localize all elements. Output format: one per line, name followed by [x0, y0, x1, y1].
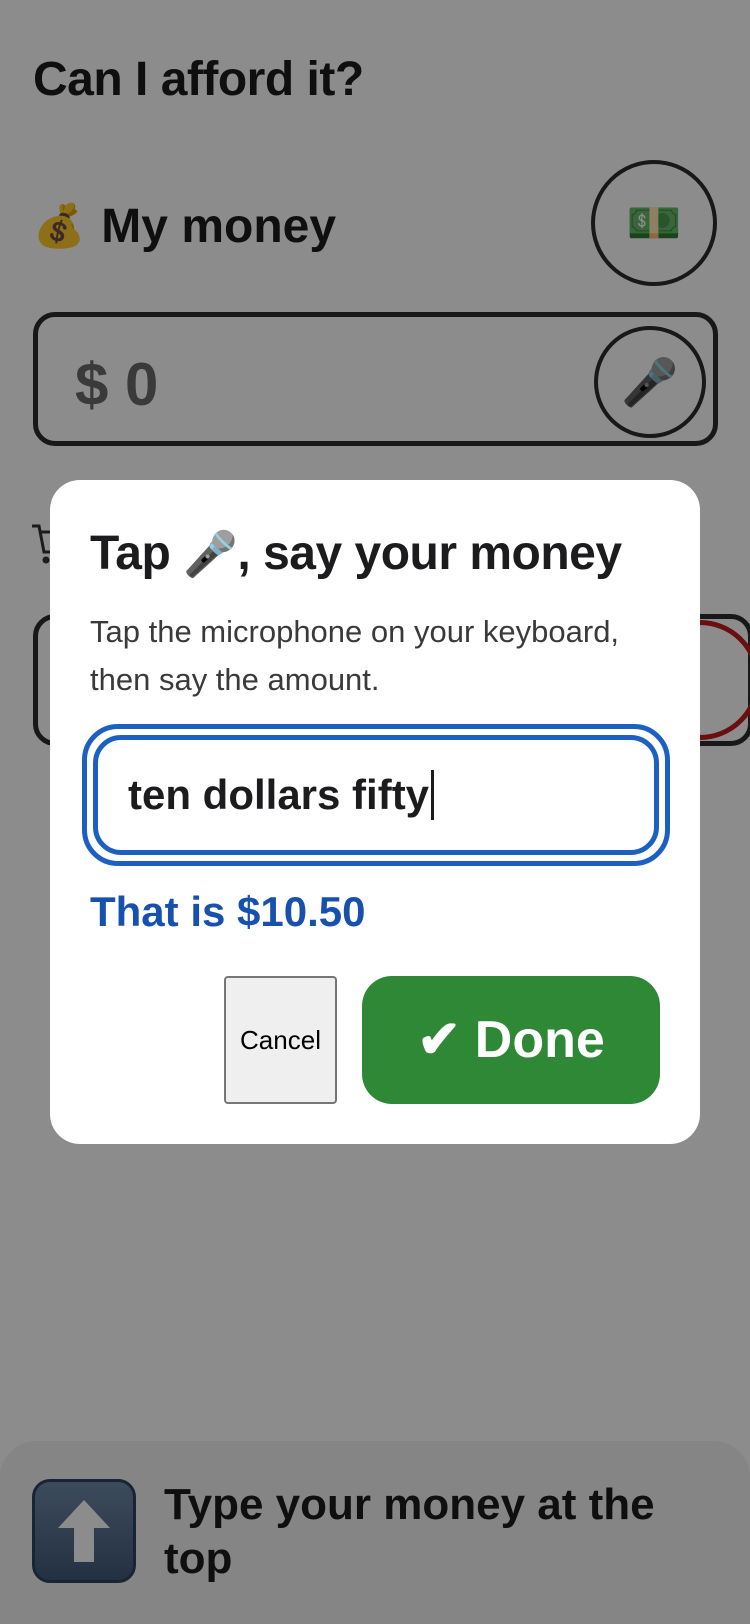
- done-button[interactable]: ✔ Done: [362, 976, 660, 1104]
- dialog-title: Tap 🎤, say your money: [90, 527, 622, 580]
- speech-input[interactable]: ten dollars fifty: [93, 735, 659, 855]
- text-caret: [431, 770, 435, 820]
- checkmark-icon: ✔: [417, 1011, 461, 1069]
- converted-amount: That is $10.50: [90, 888, 366, 935]
- voice-input-dialog: Tap 🎤, say your money Tap the microphone…: [50, 480, 700, 1144]
- speech-input-text: ten dollars fifty: [128, 771, 430, 818]
- microphone-icon: 🎤: [183, 529, 238, 580]
- cancel-button[interactable]: Cancel: [224, 976, 337, 1104]
- done-label: Done: [474, 1011, 605, 1069]
- dialog-description: Tap the microphone on your keyboard, the…: [90, 614, 620, 697]
- speech-input-focus-ring: ten dollars fifty: [82, 724, 670, 866]
